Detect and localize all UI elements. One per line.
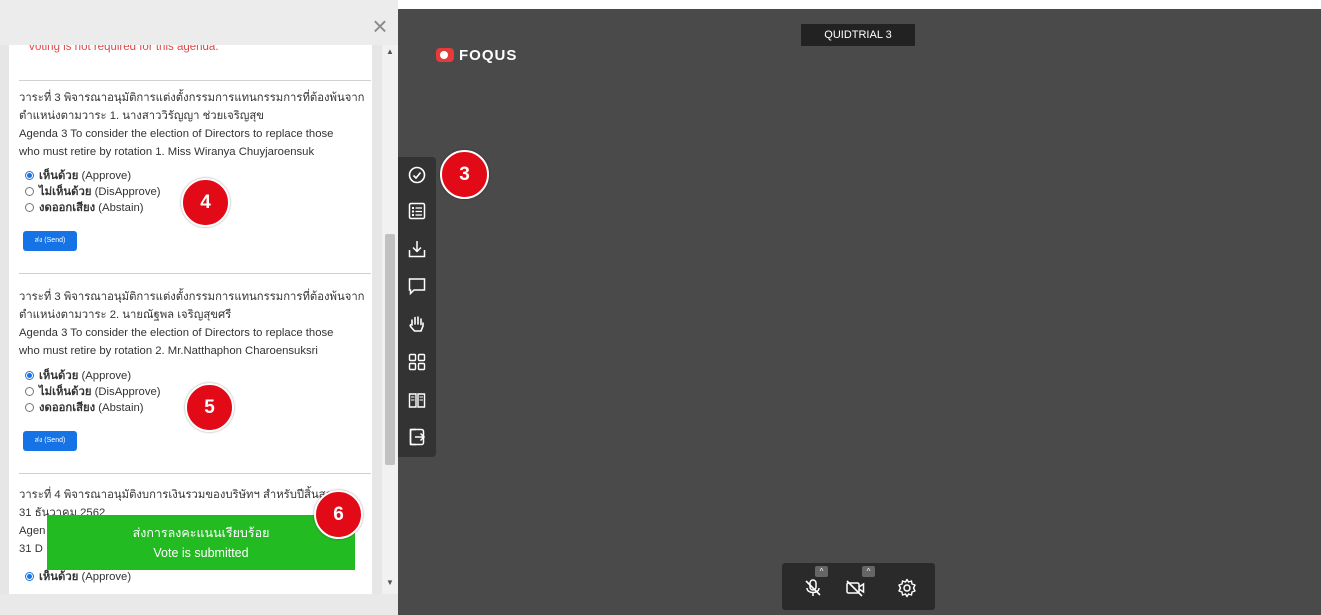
panel-footer: [0, 594, 398, 615]
voting-not-required-note: Voting is not required for this agenda.: [28, 45, 219, 53]
option-abstain[interactable]: งดออกเสียง (Abstain): [25, 201, 144, 216]
scrollbar-thumb[interactable]: [385, 234, 395, 465]
option-approve[interactable]: เห็นด้วย (Approve): [25, 570, 131, 585]
agenda-line: who must retire by rotation 2. Mr.Nattha…: [19, 345, 318, 357]
raise-hand-icon: [409, 316, 424, 332]
settings-gear-icon[interactable]: [896, 577, 918, 599]
agenda-line: Agenda 3 To consider the election of Dir…: [19, 327, 334, 339]
agenda-line: Agenda 3 To consider the election of Dir…: [19, 128, 334, 140]
settings-gear-icon: [898, 578, 916, 598]
exit-icon[interactable]: [407, 427, 427, 447]
voting-panel: × Voting is not required for this agenda…: [0, 0, 398, 615]
send-button[interactable]: ส่ง (Send): [23, 431, 77, 451]
scroll-up-icon[interactable]: ▲: [385, 46, 395, 58]
option-thai-label: ไม่เห็นด้วย: [39, 386, 92, 398]
download-icon: [408, 241, 426, 258]
agenda-line: who must retire by rotation 1. Miss Wira…: [19, 146, 315, 158]
agenda-text: วาระที่ 3 พิจารณาอนุมัติการแต่งตั้งกรรมก…: [19, 89, 374, 161]
scroll-down-icon[interactable]: ▼: [385, 577, 395, 589]
download-icon[interactable]: [407, 239, 427, 259]
radio-button[interactable]: [25, 572, 34, 581]
raise-hand-icon[interactable]: [407, 314, 427, 334]
vote-submitted-toast: ส่งการลงคะแนนเรียบร้อย Vote is submitted: [47, 515, 355, 570]
option-en-label: (Abstain): [98, 402, 144, 414]
panel-header: ×: [0, 0, 398, 45]
exit-icon: [409, 428, 426, 446]
agenda-list-icon: [408, 202, 426, 220]
vote-check-icon[interactable]: [407, 165, 427, 185]
close-panel-button[interactable]: ×: [368, 13, 392, 40]
document-book-icon[interactable]: [407, 390, 427, 410]
agenda-line: ตำแหน่งตามวาระ 2. นายณัฐพล เจริญสุขศรี: [19, 309, 232, 321]
grid-view-icon[interactable]: [407, 352, 427, 372]
send-button[interactable]: ส่ง (Send): [23, 231, 77, 251]
radio-button[interactable]: [25, 387, 34, 396]
radio-button[interactable]: [25, 403, 34, 412]
radio-button[interactable]: [25, 187, 34, 196]
option-thai-label: งดออกเสียง: [39, 202, 96, 214]
agenda-text: วาระที่ 3 พิจารณาอนุมัติการแต่งตั้งกรรมก…: [19, 288, 374, 360]
camera-options-caret[interactable]: ^: [862, 566, 875, 577]
grid-view-icon: [408, 353, 426, 371]
radio-button[interactable]: [25, 171, 34, 180]
step-badge: 3: [440, 150, 489, 199]
option-en-label: (DisApprove): [94, 186, 161, 198]
agenda-line: วาระที่ 3 พิจารณาอนุมัติการแต่งตั้งกรรมก…: [19, 291, 365, 303]
option-en-label: (Approve): [81, 370, 132, 382]
logo-mark-icon: [436, 48, 454, 62]
side-toolbar: [398, 157, 436, 457]
document-book-icon: [408, 393, 426, 408]
video-area: FOQUS QUIDTRIAL 3 3 ^ ^: [398, 0, 1321, 615]
agenda-line: วาระที่ 3 พิจารณาอนุมัติการแต่งตั้งกรรมก…: [19, 92, 365, 104]
logo-text: FOQUS: [459, 46, 518, 64]
option-en-label: (DisApprove): [94, 386, 161, 398]
step-badge: 4: [181, 178, 230, 227]
option-en-label: (Approve): [81, 170, 132, 182]
divider: [19, 473, 371, 474]
option-disapprove[interactable]: ไม่เห็นด้วย (DisApprove): [25, 385, 161, 400]
foqus-logo: FOQUS: [436, 45, 517, 65]
divider: [19, 80, 371, 81]
agenda-line: ตำแหน่งตามวาระ 1. นางสาววิรัญญา ช่วยเจริ…: [19, 110, 265, 122]
top-strip: [398, 0, 1321, 9]
option-thai-label: เห็นด้วย: [39, 370, 79, 382]
toast-thai-text: ส่งการลงคะแนนเรียบร้อย: [132, 526, 270, 540]
option-approve[interactable]: เห็นด้วย (Approve): [25, 369, 131, 384]
option-thai-label: งดออกเสียง: [39, 402, 96, 414]
option-en-label: (Abstain): [98, 202, 144, 214]
toast-en-text: Vote is submitted: [153, 546, 249, 560]
option-thai-label: เห็นด้วย: [39, 170, 79, 182]
mic-muted-icon[interactable]: [802, 577, 824, 599]
mic-options-caret[interactable]: ^: [815, 566, 828, 577]
room-name-label: QUIDTRIAL 3: [801, 24, 915, 46]
option-thai-label: ไม่เห็นด้วย: [39, 186, 92, 198]
option-approve[interactable]: เห็นด้วย (Approve): [25, 169, 131, 184]
camera-off-icon: [846, 580, 865, 597]
mic-muted-icon: [805, 579, 821, 596]
agenda-list-icon[interactable]: [407, 201, 427, 221]
radio-button[interactable]: [25, 371, 34, 380]
divider: [19, 273, 371, 274]
camera-off-icon[interactable]: [844, 577, 866, 599]
chat-icon[interactable]: [407, 276, 427, 296]
chat-icon: [408, 278, 426, 296]
vote-check-icon: [408, 166, 426, 184]
step-badge: 6: [314, 490, 363, 539]
option-disapprove[interactable]: ไม่เห็นด้วย (DisApprove): [25, 185, 161, 200]
option-abstain[interactable]: งดออกเสียง (Abstain): [25, 401, 144, 416]
step-badge: 5: [185, 383, 234, 432]
option-en-label: (Approve): [81, 571, 132, 583]
media-controls: ^ ^: [782, 563, 935, 610]
radio-button[interactable]: [25, 203, 34, 212]
option-thai-label: เห็นด้วย: [39, 571, 79, 583]
